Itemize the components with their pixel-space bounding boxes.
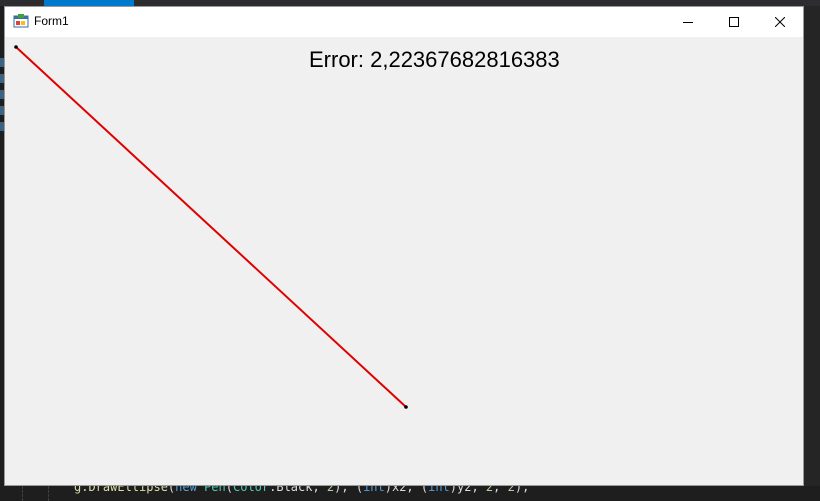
error-line: [15, 46, 407, 408]
close-icon: [775, 16, 785, 27]
title-bar[interactable]: Form1: [5, 7, 803, 37]
form-client-area[interactable]: Error: 2,22367682816383: [5, 37, 803, 485]
minimize-icon: [683, 21, 693, 23]
indent-guide: [48, 486, 49, 501]
window-title: Form1: [34, 14, 69, 28]
drawing-canvas: [14, 45, 408, 409]
error-label: Error: 2,22367682816383: [309, 47, 560, 72]
minimize-button[interactable]: [665, 7, 711, 36]
ide-scroll-area: [804, 6, 820, 501]
maximize-button[interactable]: [711, 7, 757, 36]
indent-guide: [22, 486, 23, 501]
maximize-icon: [729, 16, 739, 27]
app-icon[interactable]: [13, 13, 29, 29]
form1-window[interactable]: Form1 Error: 2,22367682816383: [4, 6, 804, 486]
close-button[interactable]: [757, 7, 803, 36]
start-point: [14, 45, 18, 49]
end-point: [404, 405, 408, 409]
